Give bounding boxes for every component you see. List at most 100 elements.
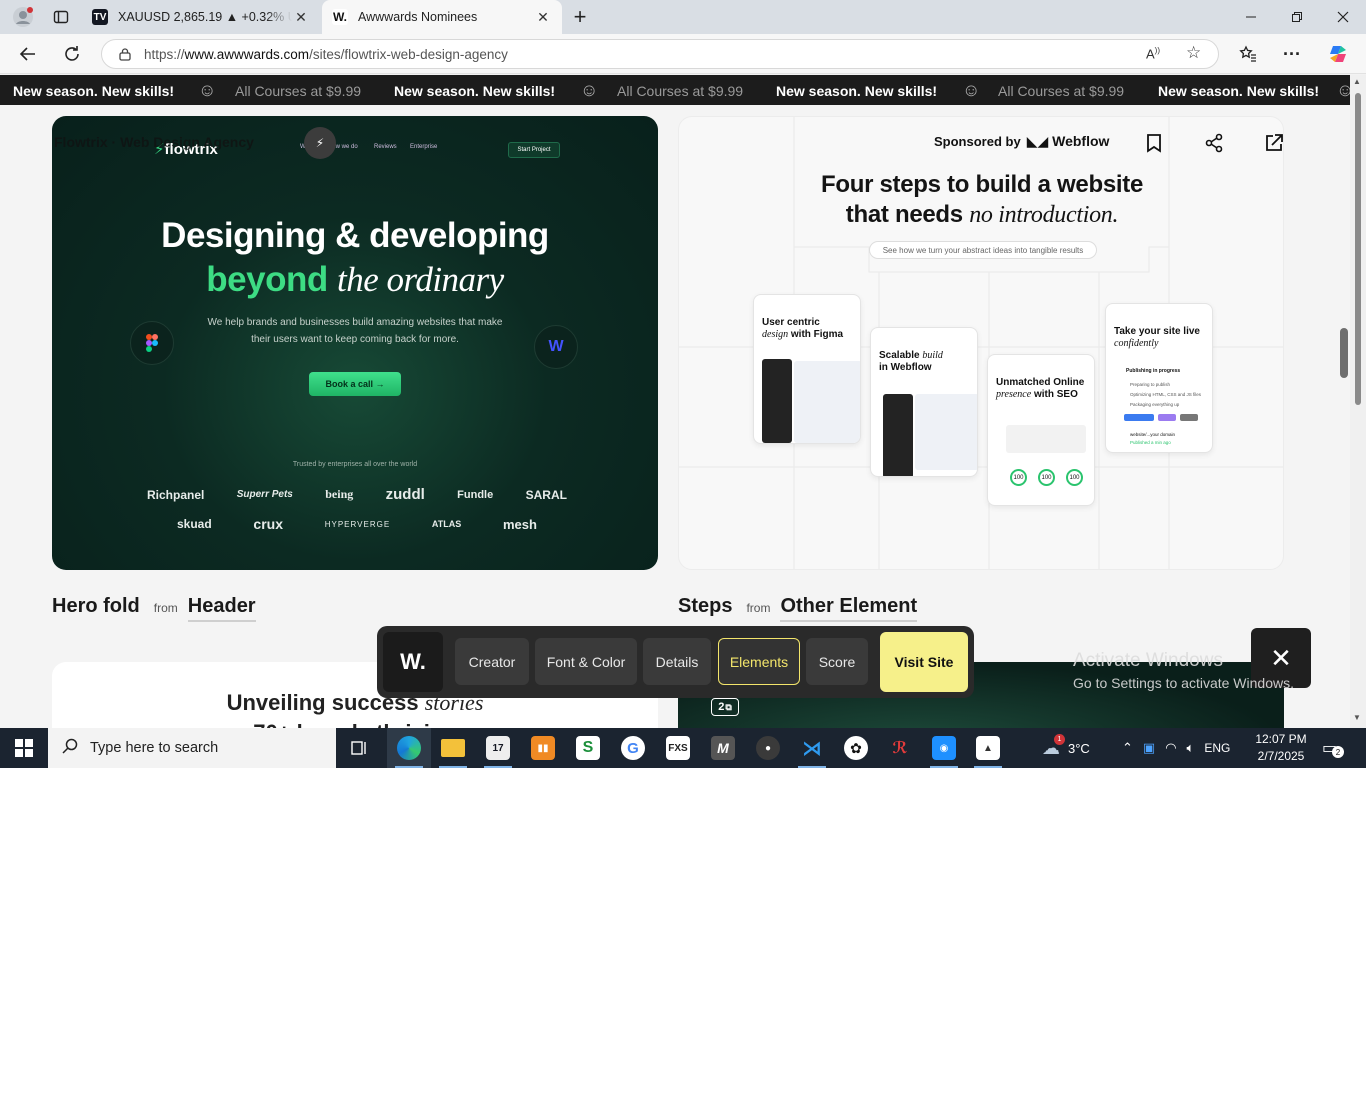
details-tab[interactable]: Details	[643, 638, 711, 685]
close-tab-icon[interactable]: ✕	[534, 9, 552, 26]
ticker-light-text: All Courses at $9.99	[998, 82, 1125, 99]
close-window-icon[interactable]	[1320, 0, 1366, 34]
url-host: www.awwwards.com	[184, 46, 310, 62]
client-logo: HYPERVERGE	[324, 519, 391, 529]
client-logo: zuddl	[385, 486, 425, 503]
shield-app-icon[interactable]: ◉	[922, 728, 966, 768]
taskbar-search-box[interactable]: Type here to search	[48, 728, 336, 768]
scroll-down-icon[interactable]: ▼	[1353, 713, 1361, 722]
url-path: /sites/flowtrix-web-design-agency	[309, 46, 508, 62]
favorite-star-icon[interactable]: ☆	[1186, 43, 1201, 63]
google-icon[interactable]: G	[611, 728, 655, 768]
notification-center-icon[interactable]: ▭ 2	[1322, 728, 1344, 768]
favorites-icon[interactable]	[1234, 40, 1262, 68]
awwwards-logo-button[interactable]: W.	[383, 632, 443, 692]
step-card-webflow: Scalable build in Webflow	[870, 327, 978, 477]
caption-section-link[interactable]: Header	[187, 595, 256, 622]
weather-temp: 3°C	[1068, 740, 1090, 756]
vscode-icon[interactable]: ⋊	[790, 728, 834, 768]
chevron-up-icon[interactable]: ⌃	[1122, 740, 1133, 756]
inner-scrollbar-thumb[interactable]	[1340, 328, 1348, 378]
file-explorer-icon[interactable]	[431, 728, 475, 768]
score-ring: 100	[1066, 469, 1083, 486]
fxs-icon[interactable]: FXS	[656, 728, 700, 768]
client-logo: Superr Pets	[236, 489, 293, 500]
image-count-badge: 2 ⧉	[711, 698, 739, 716]
elements-tab[interactable]: Elements	[718, 638, 800, 685]
score-ring: 100	[1038, 469, 1055, 486]
close-tab-icon[interactable]: ✕	[292, 9, 310, 26]
sheets-s-icon[interactable]: S	[566, 728, 610, 768]
more-options-icon[interactable]: ···	[1278, 40, 1306, 68]
font-color-tab[interactable]: Font & Color	[535, 638, 637, 685]
preview-heading-2: 70+ brands thriving	[52, 720, 658, 728]
chatgpt-icon[interactable]: ✿	[834, 728, 878, 768]
tradingview-icon[interactable]: 17	[476, 728, 520, 768]
weather-widget[interactable]: ☁ 1 3°C	[1042, 728, 1090, 768]
m-app-icon[interactable]: M	[701, 728, 745, 768]
creator-tab[interactable]: Creator	[455, 638, 529, 685]
clock[interactable]: 12:07 PM 2/7/2025	[1250, 731, 1312, 765]
lock-icon[interactable]	[118, 47, 132, 61]
system-tray: ⌃ ▣ ◠ 🔈︎ ENG	[1122, 728, 1230, 768]
windows-start-icon[interactable]	[0, 728, 48, 768]
caption-section-link[interactable]: Other Element	[780, 595, 918, 622]
client-logo: Fundle	[457, 488, 494, 501]
activate-windows-watermark: Activate Windows Go to Settings to activ…	[1073, 650, 1294, 691]
scrollbar-thumb[interactable]	[1355, 93, 1361, 405]
profile-icon[interactable]	[6, 0, 40, 34]
refresh-icon[interactable]	[58, 40, 86, 68]
ticker-bold-text: New season. New skills!	[776, 82, 938, 99]
language-indicator[interactable]: ENG	[1204, 741, 1230, 755]
share-icon[interactable]	[1201, 130, 1227, 156]
steps-preview-card[interactable]: Sponsored by ◣◢ Webflow Four steps to bu…	[678, 116, 1284, 570]
url-prefix: https://	[144, 46, 185, 62]
github-icon[interactable]: ●	[746, 728, 790, 768]
tab-awwwards[interactable]: W. Awwwards Nominees ✕	[322, 0, 562, 34]
smile-icon: ☺	[198, 80, 217, 100]
start-project-button: Start Project	[508, 142, 560, 158]
task-view-icon[interactable]	[338, 728, 382, 768]
awwwards-floating-toolbar: W. Creator Font & Color Details Elements…	[377, 626, 974, 698]
client-logo: Richpanel	[147, 487, 205, 502]
volume-icon[interactable]: 🔈︎	[1187, 740, 1195, 756]
steps-headline-2: that needs no introduction.	[845, 201, 1119, 228]
back-icon[interactable]	[14, 40, 42, 68]
webflow-logo: ◣◢ Webflow	[1026, 133, 1110, 149]
smile-icon: ☺	[962, 80, 981, 100]
tab-tradingview[interactable]: TV XAUUSD 2,865.19 ▲ +0.32% Unn ✕	[82, 0, 320, 34]
webflow-icon: W	[534, 325, 578, 369]
ticker-bold-text: New season. New skills!	[394, 82, 556, 99]
photos-icon[interactable]: ▲	[966, 728, 1010, 768]
browser-titlebar: TV XAUUSD 2,865.19 ▲ +0.32% Unn ✕ W. Aww…	[0, 0, 1366, 34]
chart-app-icon[interactable]: ▮▮	[521, 728, 565, 768]
scroll-up-icon[interactable]: ▲	[1353, 77, 1361, 86]
read-aloud-icon[interactable]: A))	[1146, 46, 1160, 61]
promo-ticker[interactable]: New season. New skills! ☺ All Courses at…	[0, 75, 1350, 106]
address-bar[interactable]: https://www.awwwards.com/sites/flowtrix-…	[101, 39, 1219, 69]
edge-icon[interactable]	[387, 728, 431, 768]
client-logo: being	[325, 487, 354, 501]
restore-icon[interactable]	[1274, 0, 1320, 34]
red-app-icon[interactable]: ℛ	[878, 728, 922, 768]
site-avatar-icon[interactable]: ⚡	[304, 127, 336, 159]
open-external-icon[interactable]	[1261, 130, 1283, 156]
bookmark-icon[interactable]	[1141, 130, 1167, 156]
hero-preview-card[interactable]: ⚡flowtrix Work How we do Reviews Enterpr…	[52, 116, 658, 570]
caption-title: Hero fold	[52, 595, 140, 617]
steps-caption: Steps from Other Element	[678, 595, 918, 622]
page-scrollbar[interactable]: ▲ ▼	[1350, 75, 1366, 728]
visit-site-button[interactable]: Visit Site	[880, 632, 968, 692]
figma-icon	[130, 321, 174, 365]
wifi-icon[interactable]: ◠	[1165, 740, 1176, 756]
copilot-icon[interactable]	[1324, 40, 1352, 68]
search-icon	[62, 738, 78, 758]
new-tab-icon[interactable]: +	[566, 0, 594, 34]
score-tab[interactable]: Score	[806, 638, 868, 685]
network-security-icon[interactable]: ▣	[1143, 740, 1155, 756]
tradingview-favicon-icon: TV	[92, 9, 108, 25]
score-ring: 100	[1010, 469, 1027, 486]
caption-from: from	[746, 601, 771, 615]
tab-actions-icon[interactable]	[46, 0, 76, 34]
minimize-icon[interactable]	[1228, 0, 1274, 34]
